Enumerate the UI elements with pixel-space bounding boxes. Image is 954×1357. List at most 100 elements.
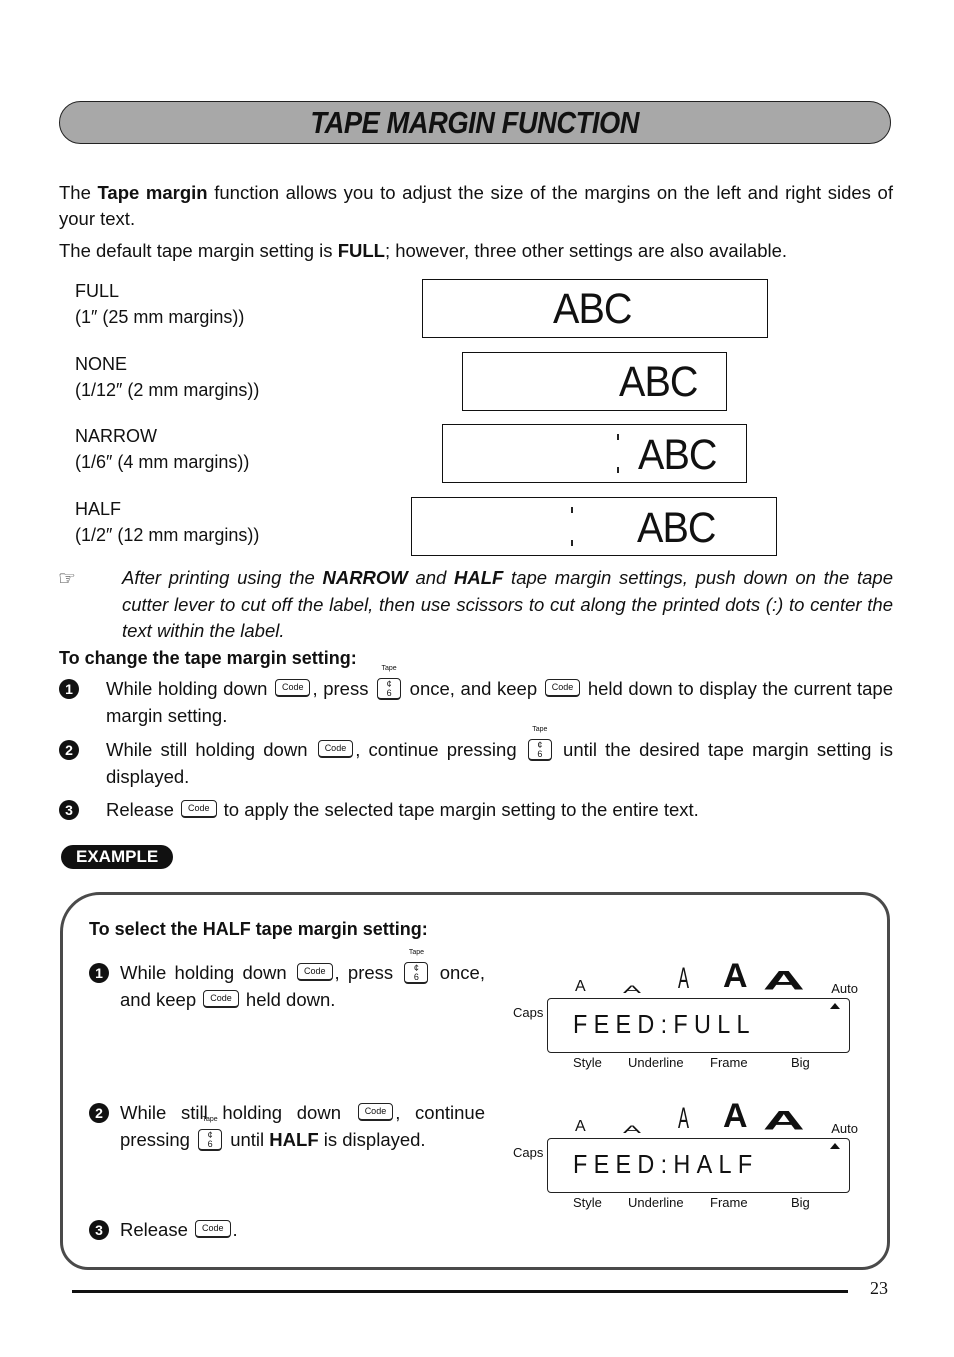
cut-dot	[571, 540, 573, 546]
cut-dot	[571, 507, 573, 513]
tape-sample-none: ABC	[462, 352, 727, 411]
text: ; however, three other settings are also…	[384, 240, 788, 261]
tape-key-caption: Tape	[408, 949, 425, 957]
tape-key-icon: Tape ¢ 6	[377, 665, 402, 701]
example-step-3: Release Code.	[120, 1216, 485, 1243]
bold-term: Tape margin	[97, 182, 208, 203]
step-2: While still holding down Code, continue …	[106, 726, 893, 790]
setting-half: HALF (1/2″ (12 mm margins))	[75, 496, 259, 548]
step-1: While holding down Code, press Tape ¢ 6 on…	[106, 665, 893, 729]
setting-name: NARROW	[75, 426, 157, 446]
code-key-icon: Code	[181, 800, 217, 819]
bold-term: HALF	[454, 567, 504, 588]
bold-term: HALF	[269, 1129, 319, 1150]
tape-text: ABC	[619, 358, 699, 406]
lcd-text: FEED:FULL	[573, 1009, 756, 1039]
lcd-display-2: A A A A A Auto Caps FEED:HALF Style Unde…	[513, 1097, 858, 1210]
text: once, and keep	[404, 678, 543, 699]
step-number-2: 2	[59, 740, 79, 760]
size-indicator-a-wide: A	[623, 1123, 642, 1136]
text: While still holding down	[106, 739, 316, 760]
tape-key-bottom: 6	[207, 1139, 213, 1150]
code-key-icon: Code	[296, 963, 333, 982]
text: The default tape margin setting is	[59, 240, 338, 261]
style-indicator: Style	[573, 1195, 602, 1210]
bold-term: NARROW	[322, 567, 408, 588]
text: to apply the selected tape margin settin…	[218, 799, 699, 820]
cut-dot	[617, 467, 619, 473]
lcd-text: FEED:HALF	[573, 1149, 759, 1179]
default-setting-paragraph: The default tape margin setting is FULL;…	[59, 238, 893, 264]
tape-key-bottom: 6	[537, 749, 543, 760]
underline-indicator: Underline	[628, 1055, 684, 1070]
tape-text: ABC	[637, 504, 717, 552]
pointing-hand-icon: ☞	[58, 568, 76, 590]
size-indicator-a-tall: A	[678, 1102, 690, 1135]
tape-key-icon: Tape ¢ 6	[404, 949, 429, 985]
size-indicator-a-small: A	[575, 978, 586, 995]
setting-detail: (1/2″ (12 mm margins))	[75, 525, 260, 545]
auto-indicator: Auto	[831, 1121, 858, 1136]
tape-key-icon: Tape ¢ 6	[527, 726, 552, 762]
text: , press	[312, 678, 375, 699]
setting-name: FULL	[75, 281, 120, 301]
text: Release	[120, 1219, 194, 1240]
bold-term: FULL	[337, 240, 385, 261]
example-step-2: While still holding down Code, continue …	[120, 1099, 485, 1153]
big-indicator: Big	[791, 1055, 810, 1070]
tape-sample-half: ABC	[411, 497, 777, 556]
tape-text: ABC	[638, 431, 718, 479]
underline-indicator: Underline	[628, 1195, 684, 1210]
lcd-size-indicators: A A A A A	[513, 1097, 858, 1140]
cutting-note: After printing using the NARROW and HALF…	[122, 565, 893, 645]
code-key-icon: Code	[317, 740, 354, 759]
setting-none: NONE (1/12″ (2 mm margins))	[75, 351, 259, 403]
size-indicator-a-large: A	[723, 1097, 748, 1135]
tape-sample-narrow: ABC	[442, 424, 747, 483]
triangle-up-icon	[830, 1003, 840, 1009]
size-indicator-a-big: A	[763, 1104, 805, 1136]
lcd-display-1: A A A A A Auto Caps FEED:FULL Style Unde…	[513, 957, 858, 1070]
text: is displayed.	[318, 1129, 426, 1150]
code-key-icon: Code	[544, 679, 581, 698]
example-subhead: To select the HALF tape margin setting:	[89, 919, 428, 939]
lcd-screen: FEED:HALF	[547, 1138, 850, 1193]
step-number-1: 1	[59, 679, 79, 699]
lcd-size-indicators: A A A A A	[513, 957, 858, 1000]
size-indicator-a-tall: A	[678, 962, 690, 995]
setting-detail: (1″ (25 mm margins))	[75, 307, 245, 327]
code-key-icon: Code	[274, 679, 311, 698]
text: Release	[106, 799, 180, 820]
setting-name: NONE	[75, 354, 128, 374]
text: until	[225, 1129, 270, 1150]
setting-full: FULL (1″ (25 mm margins))	[75, 278, 244, 330]
setting-name: HALF	[75, 499, 122, 519]
text: and	[407, 567, 455, 588]
tape-key-icon: Tape ¢ 6	[198, 1116, 223, 1152]
frame-indicator: Frame	[710, 1055, 748, 1070]
tape-key-caption: Tape	[532, 726, 548, 734]
style-indicator: Style	[573, 1055, 602, 1070]
page-title-banner: TAPE MARGIN FUNCTION	[59, 101, 891, 144]
text: After printing using the	[122, 567, 323, 588]
text: The	[59, 182, 98, 203]
page-title: TAPE MARGIN FUNCTION	[310, 105, 640, 140]
code-key-icon: Code	[357, 1103, 394, 1122]
setting-detail: (1/6″ (4 mm margins))	[75, 452, 250, 472]
text: .	[232, 1219, 238, 1240]
tape-key-caption: Tape	[381, 665, 397, 673]
tape-key-bottom: 6	[386, 688, 392, 699]
triangle-up-icon	[830, 1143, 840, 1149]
step-number-3: 3	[59, 800, 79, 820]
size-indicator-a-wide: A	[623, 983, 642, 996]
example-step-1: While holding down Code, press Tape ¢ 6 on…	[120, 949, 485, 1013]
page-number: 23	[870, 1278, 888, 1298]
tape-key-caption: Tape	[202, 1116, 218, 1124]
setting-detail: (1/12″ (2 mm margins))	[75, 380, 260, 400]
frame-indicator: Frame	[710, 1195, 748, 1210]
auto-indicator: Auto	[831, 981, 858, 996]
example-step-number-3: 3	[89, 1220, 109, 1240]
footer-rule	[72, 1290, 848, 1293]
text: held down.	[240, 989, 336, 1010]
size-indicator-a-big: A	[763, 964, 805, 996]
